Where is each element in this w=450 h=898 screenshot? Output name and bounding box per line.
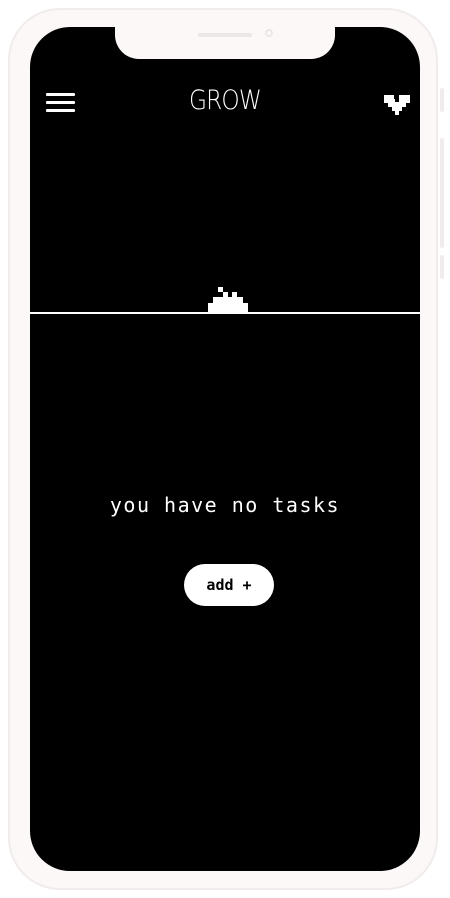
pixel-sprout-icon (208, 287, 248, 313)
front-camera (265, 29, 273, 37)
phone-side-button (440, 138, 444, 248)
phone-side-button (440, 88, 444, 112)
phone-notch (115, 27, 335, 59)
app-title: GROW (189, 85, 262, 116)
pixel-heart-icon[interactable] (384, 93, 410, 115)
ground-line (30, 312, 420, 314)
add-task-button[interactable]: add + (184, 564, 274, 606)
speaker-grille (198, 33, 252, 37)
app-screen: GROW you have no tasks add + (30, 27, 420, 871)
empty-state-message: you have no tasks (109, 493, 341, 517)
phone-side-button (440, 255, 444, 279)
